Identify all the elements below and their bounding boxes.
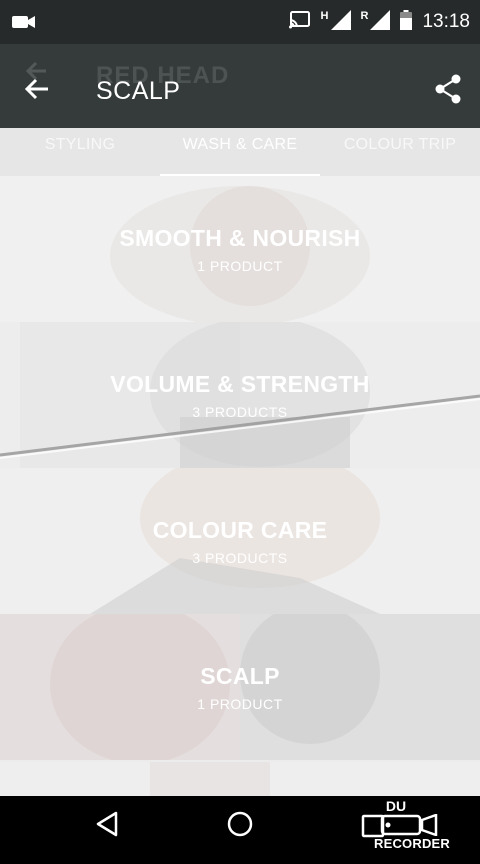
share-icon[interactable] xyxy=(434,74,462,109)
battery-icon xyxy=(400,9,413,35)
app-bar: RED HEAD SCALP xyxy=(0,44,480,128)
cast-icon xyxy=(288,10,311,34)
category-name: SCALP xyxy=(200,663,280,689)
recorder-label: RECORDER xyxy=(374,836,450,851)
home-circle-icon[interactable] xyxy=(226,810,254,843)
category-product-count: 1 PRODUCT xyxy=(197,258,283,274)
category-card-smooth-nourish[interactable]: SMOOTH & NOURISH 1 PRODUCT xyxy=(0,176,480,322)
category-card-colour-care[interactable]: COLOUR CARE 3 PRODUCTS xyxy=(0,468,480,614)
tab-colour-trip[interactable]: COLOUR TRIP xyxy=(320,128,480,176)
category-tabs: STYLING WASH & CARE COLOUR TRIP xyxy=(0,128,480,176)
recorder-brand: DU xyxy=(385,798,407,814)
category-card-volume-strength[interactable]: VOLUME & STRENGTH 3 PRODUCTS xyxy=(0,322,480,468)
network-type-label: H xyxy=(320,10,329,22)
category-name: COLOUR CARE xyxy=(152,517,328,543)
tab-wash-and-care[interactable]: WASH & CARE xyxy=(160,128,320,176)
category-product-count: 1 PRODUCT xyxy=(197,696,283,712)
signal-icon xyxy=(330,9,351,35)
category-card-scalp[interactable]: SCALP 1 PRODUCT xyxy=(0,614,480,760)
du-recorder-overlay[interactable]: DU RECORDER xyxy=(374,798,462,856)
roaming-label: R xyxy=(360,10,369,22)
category-name: SMOOTH & NOURISH xyxy=(119,225,361,251)
category-name: VOLUME & STRENGTH xyxy=(110,371,370,397)
category-background-image xyxy=(150,762,270,796)
category-card-partial[interactable] xyxy=(0,762,480,796)
tab-styling[interactable]: STYLING xyxy=(0,128,160,176)
status-bar: H R 13:18 xyxy=(0,0,480,44)
back-triangle-icon[interactable] xyxy=(94,810,120,843)
signal-roaming-icon xyxy=(370,9,391,35)
category-product-count: 3 PRODUCTS xyxy=(192,404,288,420)
video-camera-icon xyxy=(12,14,36,35)
category-list: SMOOTH & NOURISH 1 PRODUCT VOLUME & STRE… xyxy=(0,176,480,760)
page-title: SCALP xyxy=(96,77,181,105)
clock: 13:18 xyxy=(422,11,470,32)
category-product-count: 3 PRODUCTS xyxy=(192,550,288,566)
arrow-back-icon[interactable] xyxy=(22,74,52,109)
